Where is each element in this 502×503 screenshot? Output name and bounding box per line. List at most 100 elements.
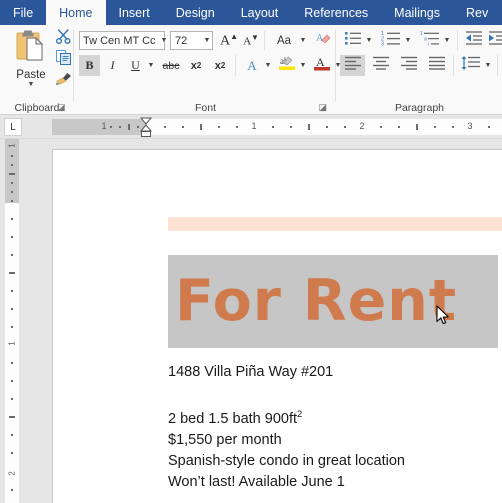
change-case-caret[interactable]: ▼: [297, 31, 309, 50]
vruler-number: 1: [7, 143, 17, 148]
multilevel-list-button[interactable]: 1 a i: [418, 30, 442, 51]
shrink-font-icon: A▼: [243, 33, 259, 48]
font-name-input[interactable]: Tw Cen MT Cc: [79, 31, 165, 50]
vertical-ruler-strip[interactable]: 1 1 2: [5, 139, 19, 503]
justify-icon: [428, 56, 446, 75]
underline-caret[interactable]: ▼: [145, 55, 157, 76]
text-effects-icon: A: [247, 57, 257, 73]
font-size-dropdown-caret[interactable]: ▼: [201, 31, 213, 50]
underline-button[interactable]: U: [125, 55, 146, 76]
font-dialog-launcher[interactable]: ◪: [318, 102, 327, 113]
grow-font-icon: A▲: [219, 31, 239, 49]
text-effects-button[interactable]: A: [241, 55, 263, 76]
clear-formatting-button[interactable]: A: [313, 31, 333, 50]
tab-home[interactable]: Home: [46, 0, 106, 25]
clear-formatting-icon: A: [315, 30, 331, 51]
increase-indent-icon: [488, 30, 502, 51]
grow-font-button[interactable]: A▲: [219, 31, 239, 50]
paste-dropdown-caret[interactable]: ▼: [28, 81, 35, 88]
copy-button[interactable]: [54, 49, 73, 71]
line-spacing-button[interactable]: [459, 55, 483, 76]
tab-insert[interactable]: Insert: [106, 0, 163, 25]
align-center-icon: [372, 56, 390, 75]
mouse-pointer-icon: [436, 305, 451, 331]
bullets-button[interactable]: [342, 30, 364, 51]
tab-references[interactable]: References: [291, 0, 381, 25]
align-right-button[interactable]: [396, 55, 421, 76]
subscript-index: 2: [196, 61, 202, 70]
decrease-indent-button[interactable]: [463, 30, 485, 51]
horizontal-ruler[interactable]: L 1 1 2 3: [0, 115, 502, 139]
headline-text[interactable]: For Rent: [168, 273, 457, 330]
numbering-button[interactable]: 1 2 3: [379, 30, 403, 51]
bullets-caret[interactable]: ▼: [363, 30, 375, 51]
font-group-label: Font: [194, 102, 216, 114]
highlight-caret[interactable]: ▼: [297, 55, 309, 76]
document-page[interactable]: For Rent 1488 Villa Piña Way #201 2 bed …: [52, 149, 502, 503]
price-line[interactable]: $1,550 per month: [168, 430, 502, 451]
bullet-list-icon: [344, 30, 362, 51]
superscript-index: 2: [220, 61, 226, 70]
headline-selection-highlight[interactable]: For Rent: [168, 255, 498, 348]
superscript-button[interactable]: x2: [209, 55, 231, 76]
tab-file[interactable]: File: [0, 0, 46, 25]
change-case-button[interactable]: Aa: [269, 31, 299, 50]
tab-layout[interactable]: Layout: [228, 0, 292, 25]
multilevel-list-icon: 1 a i: [420, 30, 440, 51]
decrease-indent-icon: [465, 30, 483, 51]
svg-text:3: 3: [381, 42, 384, 47]
ribbon-group-font: Tw Cen MT Cc ▼ 72 ▼ A▲ A▼ Aa ▼ A B I U ▼…: [75, 25, 341, 115]
ruler-strip[interactable]: 1 1 2 3: [52, 119, 502, 135]
svg-text:1: 1: [420, 31, 423, 37]
shrink-font-button[interactable]: A▼: [241, 31, 261, 50]
paragraph-group-label: Paragraph: [394, 102, 445, 114]
ruler-number: 1: [101, 121, 107, 131]
tab-design[interactable]: Design: [163, 0, 228, 25]
ribbon: Paste ▼ Clipboard ◪ Tw Cen MT Cc ▼ 72 ▼ …: [0, 25, 502, 115]
tab-review[interactable]: Rev: [453, 0, 501, 25]
bold-button[interactable]: B: [79, 55, 100, 76]
font-name-dropdown-caret[interactable]: ▼: [158, 31, 170, 50]
justify-button[interactable]: [424, 55, 449, 76]
subscript-button[interactable]: x2: [185, 55, 207, 76]
align-left-icon: [344, 56, 362, 75]
align-left-button[interactable]: [340, 55, 365, 76]
para-subseparator-3: [497, 55, 498, 76]
clipboard-dialog-launcher[interactable]: ◪: [57, 102, 66, 113]
specs-line[interactable]: 2 bed 1.5 bath 900ft2: [168, 404, 502, 430]
paste-label: Paste: [16, 69, 46, 81]
numbering-caret[interactable]: ▼: [402, 30, 414, 51]
line-spacing-caret[interactable]: ▼: [482, 55, 494, 76]
text-effects-caret[interactable]: ▼: [262, 55, 274, 76]
align-center-button[interactable]: [368, 55, 393, 76]
text-highlight-button[interactable]: ab: [276, 55, 298, 76]
paste-button[interactable]: Paste ▼: [8, 29, 54, 95]
numbered-list-icon: 1 2 3: [381, 30, 401, 51]
description-line[interactable]: Spanish-style condo in great location: [168, 451, 502, 472]
para-subseparator: [457, 30, 458, 51]
multilevel-caret[interactable]: ▼: [441, 30, 453, 51]
document-workspace: For Rent 1488 Villa Piña Way #201 2 bed …: [22, 139, 502, 503]
ruler-number: 1: [251, 121, 257, 131]
strikethrough-button[interactable]: abc: [159, 55, 183, 76]
format-painter-button[interactable]: [54, 71, 73, 90]
copy-icon: [55, 49, 72, 71]
vertical-ruler[interactable]: 1 1 2: [0, 139, 22, 503]
increase-indent-button[interactable]: [486, 30, 502, 51]
font-subseparator: [264, 31, 265, 50]
address-line[interactable]: 1488 Villa Piña Way #201: [168, 362, 502, 383]
font-color-button[interactable]: A: [311, 55, 333, 76]
availability-line[interactable]: Won’t last! Available June 1: [168, 472, 502, 493]
italic-button[interactable]: I: [102, 55, 123, 76]
vruler-number: 1: [7, 341, 17, 346]
tab-selector-button[interactable]: L: [4, 118, 22, 136]
ruler-number: 2: [359, 121, 365, 131]
svg-text:i: i: [428, 42, 429, 47]
cut-button[interactable]: [54, 28, 73, 48]
tab-mailings[interactable]: Mailings: [381, 0, 453, 25]
align-right-icon: [400, 56, 418, 75]
document-body[interactable]: 1488 Villa Piña Way #201 2 bed 1.5 bath …: [168, 362, 502, 493]
clipboard-paste-icon: [14, 29, 48, 68]
group-separator: [335, 29, 336, 101]
word-window: File Home Insert Design Layout Reference…: [0, 0, 502, 503]
